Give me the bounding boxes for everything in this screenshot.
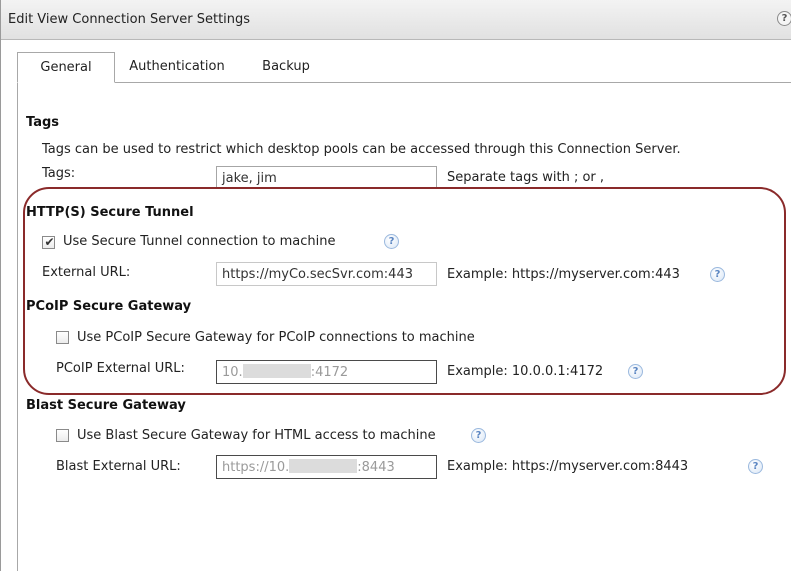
secure-tunnel-heading: HTTP(S) Secure Tunnel [26, 205, 194, 220]
blast-gateway-help-icon[interactable]: ? [471, 428, 486, 443]
dialog-help-icon[interactable]: ? [777, 11, 791, 26]
blast-url-help-icon[interactable]: ? [748, 459, 763, 474]
tags-field-label: Tags: [42, 166, 76, 181]
tags-hint: Separate tags with ; or , [447, 170, 605, 185]
external-url-help-icon[interactable]: ? [710, 267, 725, 282]
tab-strip: General Authentication Backup [17, 52, 791, 83]
blast-url-suffix: :8443 [357, 460, 395, 475]
external-url-example: Example: https://myserver.com:443 [447, 267, 680, 282]
external-url-input[interactable]: https://myCo.secSvr.com:443 [216, 262, 437, 286]
pcoip-gateway-checkbox[interactable] [56, 331, 69, 344]
blast-gateway-checkbox[interactable] [56, 429, 69, 442]
pcoip-url-label: PCoIP External URL: [56, 361, 185, 376]
tags-heading: Tags [26, 115, 60, 130]
blast-gateway-heading: Blast Secure Gateway [26, 398, 186, 413]
pcoip-gateway-checkbox-label[interactable]: Use PCoIP Secure Gateway for PCoIP conne… [77, 330, 475, 345]
external-url-label: External URL: [42, 265, 131, 280]
blast-url-example: Example: https://myserver.com:8443 [447, 459, 689, 474]
dialog-titlebar: Edit View Connection Server Settings ? [1, 0, 791, 40]
pcoip-url-prefix: 10. [222, 365, 243, 380]
redacted-block [242, 364, 311, 378]
blast-url-input[interactable]: https://10. :8443 [216, 455, 437, 479]
tab-backup[interactable]: Backup [251, 52, 321, 83]
pcoip-url-suffix: :4172 [310, 365, 349, 380]
tab-general[interactable]: General [17, 52, 115, 83]
pcoip-url-input[interactable]: 10. :4172 [216, 360, 437, 384]
settings-dialog: Edit View Connection Server Settings ? G… [0, 0, 791, 571]
tags-description: Tags can be used to restrict which deskt… [42, 142, 681, 157]
dialog-title: Edit View Connection Server Settings [8, 12, 251, 27]
secure-tunnel-checkbox[interactable]: ✔ [42, 235, 55, 249]
pcoip-url-example: Example: 10.0.0.1:4172 [447, 364, 604, 379]
blast-url-prefix: https://10. [222, 460, 290, 475]
pcoip-url-help-icon[interactable]: ? [628, 364, 643, 379]
checkmark-icon: ✔ [44, 235, 55, 249]
blast-gateway-checkbox-label[interactable]: Use Blast Secure Gateway for HTML access… [77, 428, 436, 443]
pcoip-gateway-heading: PCoIP Secure Gateway [26, 299, 192, 314]
tab-authentication[interactable]: Authentication [115, 52, 239, 83]
secure-tunnel-checkbox-label[interactable]: Use Secure Tunnel connection to machine [63, 234, 335, 249]
tags-input[interactable]: jake, jim [216, 166, 437, 188]
blast-url-label: Blast External URL: [56, 459, 181, 474]
secure-tunnel-help-icon[interactable]: ? [384, 234, 399, 249]
redacted-block [289, 459, 358, 473]
